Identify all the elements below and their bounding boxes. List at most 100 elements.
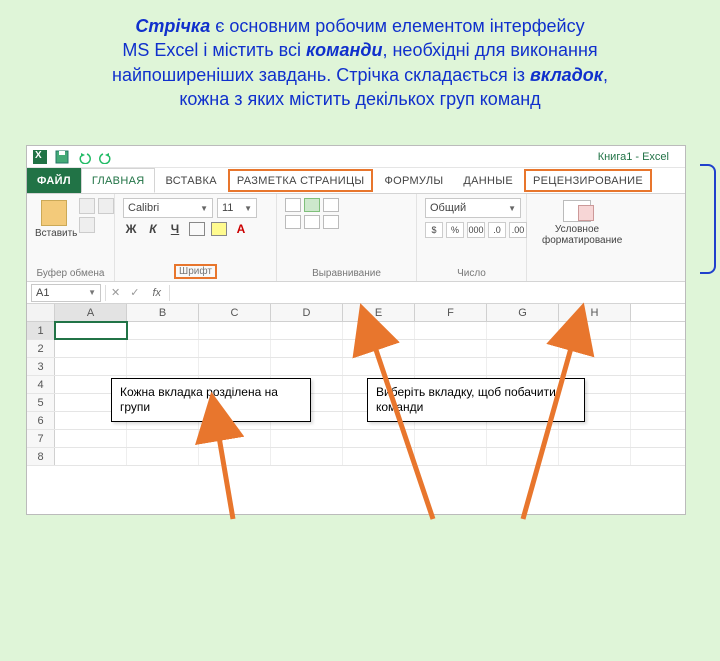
col-header[interactable]: G <box>487 304 559 321</box>
cell[interactable] <box>487 358 559 375</box>
cell[interactable] <box>559 322 631 339</box>
align-top-icon[interactable] <box>285 198 301 212</box>
cell[interactable] <box>271 448 343 465</box>
cell[interactable] <box>199 322 271 339</box>
increase-decimal-icon[interactable]: .0 <box>488 222 506 238</box>
ribbon-tabs: ФАЙЛ ГЛАВНАЯ ВСТАВКА РАЗМЕТКА СТРАНИЦЫ Ф… <box>27 168 685 194</box>
cell[interactable] <box>415 322 487 339</box>
cell[interactable] <box>199 430 271 447</box>
cell[interactable] <box>55 448 127 465</box>
percent-icon[interactable]: % <box>446 222 464 238</box>
tab-data[interactable]: ДАННЫЕ <box>453 168 523 193</box>
quick-access-toolbar: Книга1 - Excel <box>27 146 685 168</box>
cell[interactable] <box>343 322 415 339</box>
row-header[interactable]: 1 <box>27 322 55 339</box>
cell[interactable] <box>415 340 487 357</box>
cell[interactable] <box>199 448 271 465</box>
col-header[interactable]: E <box>343 304 415 321</box>
cell[interactable] <box>343 340 415 357</box>
row-header[interactable]: 7 <box>27 430 55 447</box>
cell[interactable] <box>127 448 199 465</box>
tab-insert[interactable]: ВСТАВКА <box>155 168 226 193</box>
cell[interactable] <box>415 448 487 465</box>
comma-icon[interactable]: 000 <box>467 222 485 238</box>
fx-icon[interactable]: fx <box>144 287 169 299</box>
cell[interactable] <box>127 322 199 339</box>
cell[interactable] <box>55 430 127 447</box>
cell[interactable] <box>487 322 559 339</box>
redo-icon[interactable] <box>99 150 113 164</box>
col-header[interactable]: H <box>559 304 631 321</box>
borders-icon[interactable] <box>189 222 205 236</box>
cell[interactable] <box>199 340 271 357</box>
row-header[interactable]: 5 <box>27 394 55 411</box>
cell[interactable] <box>559 340 631 357</box>
col-header[interactable]: A <box>55 304 127 321</box>
font-size-combo[interactable]: 11▼ <box>217 198 257 218</box>
cell[interactable] <box>415 430 487 447</box>
col-header[interactable]: F <box>415 304 487 321</box>
tab-review[interactable]: РЕЦЕНЗИРОВАНИЕ <box>523 168 653 193</box>
cell[interactable] <box>55 340 127 357</box>
tab-page-layout[interactable]: РАЗМЕТКА СТРАНИЦЫ <box>227 168 375 193</box>
cell[interactable] <box>271 430 343 447</box>
cell[interactable] <box>487 430 559 447</box>
row-header[interactable]: 3 <box>27 358 55 375</box>
row-header[interactable]: 6 <box>27 412 55 429</box>
name-box-value: A1 <box>36 287 49 299</box>
row-header[interactable]: 4 <box>27 376 55 393</box>
cell[interactable] <box>487 448 559 465</box>
cell[interactable] <box>559 430 631 447</box>
font-name-combo[interactable]: Calibri▼ <box>123 198 213 218</box>
cut-icon[interactable] <box>79 198 95 214</box>
row-header[interactable]: 2 <box>27 340 55 357</box>
cell[interactable] <box>271 322 343 339</box>
align-right-icon[interactable] <box>323 215 339 229</box>
tab-formulas[interactable]: ФОРМУЛЫ <box>374 168 453 193</box>
number-format-combo[interactable]: Общий▼ <box>425 198 521 218</box>
decrease-decimal-icon[interactable]: .00 <box>509 222 527 238</box>
conditional-formatting-icon <box>563 200 591 222</box>
align-left-icon[interactable] <box>285 215 301 229</box>
cell[interactable] <box>559 448 631 465</box>
underline-button[interactable]: Ч <box>167 222 183 236</box>
cell[interactable] <box>343 358 415 375</box>
font-color-icon[interactable]: A <box>233 222 249 236</box>
cell[interactable] <box>55 322 127 339</box>
align-middle-icon[interactable] <box>304 198 320 212</box>
cell[interactable] <box>271 340 343 357</box>
cancel-icon[interactable]: ✕ <box>106 286 125 299</box>
align-center-icon[interactable] <box>304 215 320 229</box>
name-box[interactable]: A1▼ <box>31 284 101 302</box>
col-header[interactable]: C <box>199 304 271 321</box>
undo-icon[interactable] <box>77 150 91 164</box>
format-painter-icon[interactable] <box>79 217 95 233</box>
cell[interactable] <box>415 358 487 375</box>
cell[interactable] <box>55 358 127 375</box>
currency-icon[interactable]: $ <box>425 222 443 238</box>
copy-icon[interactable] <box>98 198 114 214</box>
bold-button[interactable]: Ж <box>123 222 139 236</box>
cell[interactable] <box>127 430 199 447</box>
align-bottom-icon[interactable] <box>323 198 339 212</box>
row-header[interactable]: 8 <box>27 448 55 465</box>
paste-button[interactable]: Вставить <box>35 198 73 239</box>
cell[interactable] <box>487 340 559 357</box>
save-icon[interactable] <box>55 150 69 164</box>
cell[interactable] <box>127 340 199 357</box>
cell[interactable] <box>271 358 343 375</box>
col-header[interactable]: D <box>271 304 343 321</box>
col-header[interactable]: B <box>127 304 199 321</box>
cell[interactable] <box>127 358 199 375</box>
cell[interactable] <box>343 430 415 447</box>
cell[interactable] <box>343 448 415 465</box>
select-all-cell[interactable] <box>27 304 55 321</box>
cell[interactable] <box>199 358 271 375</box>
tab-home[interactable]: ГЛАВНАЯ <box>81 168 156 193</box>
enter-icon[interactable]: ✓ <box>125 286 144 299</box>
italic-button[interactable]: К <box>145 222 161 236</box>
fill-color-icon[interactable] <box>211 222 227 236</box>
cell[interactable] <box>559 358 631 375</box>
conditional-formatting-button[interactable]: Условное форматирование <box>542 198 612 246</box>
tab-file[interactable]: ФАЙЛ <box>27 168 81 193</box>
